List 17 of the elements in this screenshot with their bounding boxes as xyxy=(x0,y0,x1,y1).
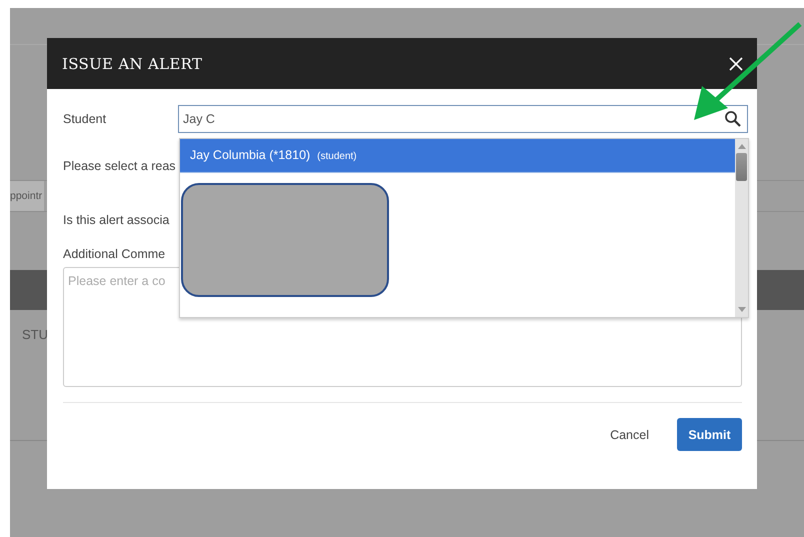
suggestion-item[interactable]: Jay Columbia (*1810) (student) xyxy=(180,139,735,173)
column-heading: STU xyxy=(22,327,48,342)
close-button[interactable] xyxy=(727,54,745,72)
scroll-down-icon xyxy=(738,307,746,313)
dialog-title: ISSUE AN ALERT xyxy=(62,54,202,72)
close-icon xyxy=(729,56,743,70)
field-label: Additional Comme xyxy=(63,247,166,261)
cancel-button[interactable]: Cancel xyxy=(604,426,655,442)
field-label: Student xyxy=(63,112,108,126)
submit-button[interactable]: Submit xyxy=(677,418,742,451)
field-label: Is this alert associa xyxy=(63,213,170,227)
scrollbar[interactable] xyxy=(735,139,748,317)
search-field[interactable]: Jay C xyxy=(178,105,748,133)
scroll-up-icon xyxy=(738,143,746,149)
scrollbar-thumb[interactable] xyxy=(736,153,747,181)
search-icon xyxy=(724,110,742,128)
field-label: Please select a reas xyxy=(63,159,176,173)
